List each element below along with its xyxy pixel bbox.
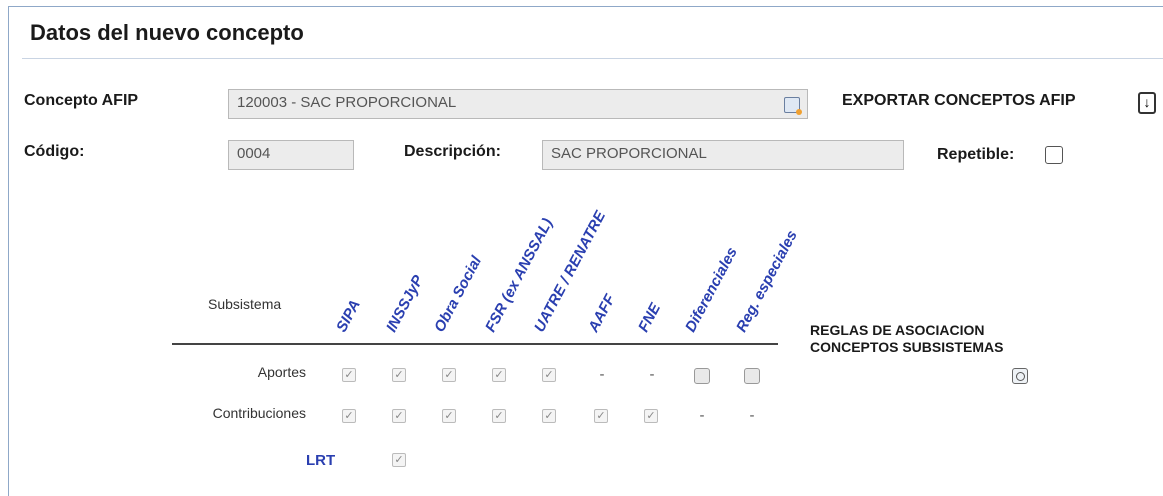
download-icon[interactable]: ↓ (1138, 92, 1156, 114)
checkbox-checked-disabled: ✓ (492, 409, 506, 423)
checkbox-checked-disabled: ✓ (392, 453, 406, 467)
grid-cell: ✓ (594, 409, 610, 425)
grid-cell[interactable] (744, 368, 760, 384)
checkbox-unchecked[interactable] (694, 368, 710, 384)
checkbox-checked-disabled: ✓ (442, 409, 456, 423)
concepto-afip-label: Concepto AFIP (24, 92, 139, 109)
checkbox-checked-disabled: ✓ (342, 409, 356, 423)
header-divider (172, 343, 778, 345)
codigo-field[interactable]: 0004 (228, 140, 354, 170)
row-label-contribuciones: Contribuciones (212, 405, 306, 421)
cell-not-applicable: - (749, 407, 755, 424)
checkbox-checked-disabled: ✓ (492, 368, 506, 382)
panel-title: Datos del nuevo concepto (30, 20, 304, 45)
cell-not-applicable: - (649, 366, 655, 383)
reglas-edit-icon[interactable] (1012, 368, 1028, 384)
concepto-afip-field[interactable]: 120003 - SAC PROPORCIONAL (228, 89, 808, 119)
grid-cell: ✓ (492, 409, 508, 425)
lookup-icon[interactable] (784, 97, 802, 115)
grid-cell: ✓ (392, 453, 408, 469)
grid-cell: - (694, 407, 710, 425)
checkbox-unchecked[interactable] (744, 368, 760, 384)
checkbox-checked-disabled: ✓ (342, 368, 356, 382)
reglas-asociacion-label: REGLAS DE ASOCIACION CONCEPTOS SUBSISTEM… (810, 322, 1004, 355)
cell-not-applicable: - (699, 407, 705, 424)
grid-cell: ✓ (644, 409, 660, 425)
title-divider (22, 58, 1163, 59)
checkbox-checked-disabled: ✓ (594, 409, 608, 423)
repetible-label: Repetible: (937, 146, 1015, 163)
grid-cell: ✓ (392, 368, 408, 384)
checkbox-checked-disabled: ✓ (392, 409, 406, 423)
row-label-lrt: LRT (306, 452, 336, 469)
grid-cell: - (594, 366, 610, 384)
grid-cell: ✓ (542, 368, 558, 384)
grid-cell: ✓ (492, 368, 508, 384)
grid-cell: ✓ (442, 368, 458, 384)
descripcion-field[interactable]: SAC PROPORCIONAL (542, 140, 904, 170)
grid-cell: ✓ (392, 409, 408, 425)
grid-cell: - (744, 407, 760, 425)
checkbox-checked-disabled: ✓ (392, 368, 406, 382)
checkbox-checked-disabled: ✓ (542, 409, 556, 423)
grid-cell: ✓ (442, 409, 458, 425)
grid-cell[interactable] (694, 368, 710, 384)
grid-cell: - (644, 366, 660, 384)
checkbox-checked-disabled: ✓ (442, 368, 456, 382)
row-label-aportes: Aportes (257, 364, 306, 380)
grid-cell: ✓ (542, 409, 558, 425)
cell-not-applicable: - (599, 366, 605, 383)
checkbox-checked-disabled: ✓ (542, 368, 556, 382)
subsistema-label: Subsistema (208, 296, 282, 312)
export-conceptos-link[interactable]: EXPORTAR CONCEPTOS AFIP (842, 92, 1076, 110)
codigo-label: Código: (24, 143, 85, 160)
grid-cell: ✓ (342, 368, 358, 384)
grid-cell: ✓ (342, 409, 358, 425)
descripcion-label: Descripción: (404, 143, 501, 160)
checkbox-checked-disabled: ✓ (644, 409, 658, 423)
repetible-checkbox[interactable] (1045, 146, 1063, 164)
